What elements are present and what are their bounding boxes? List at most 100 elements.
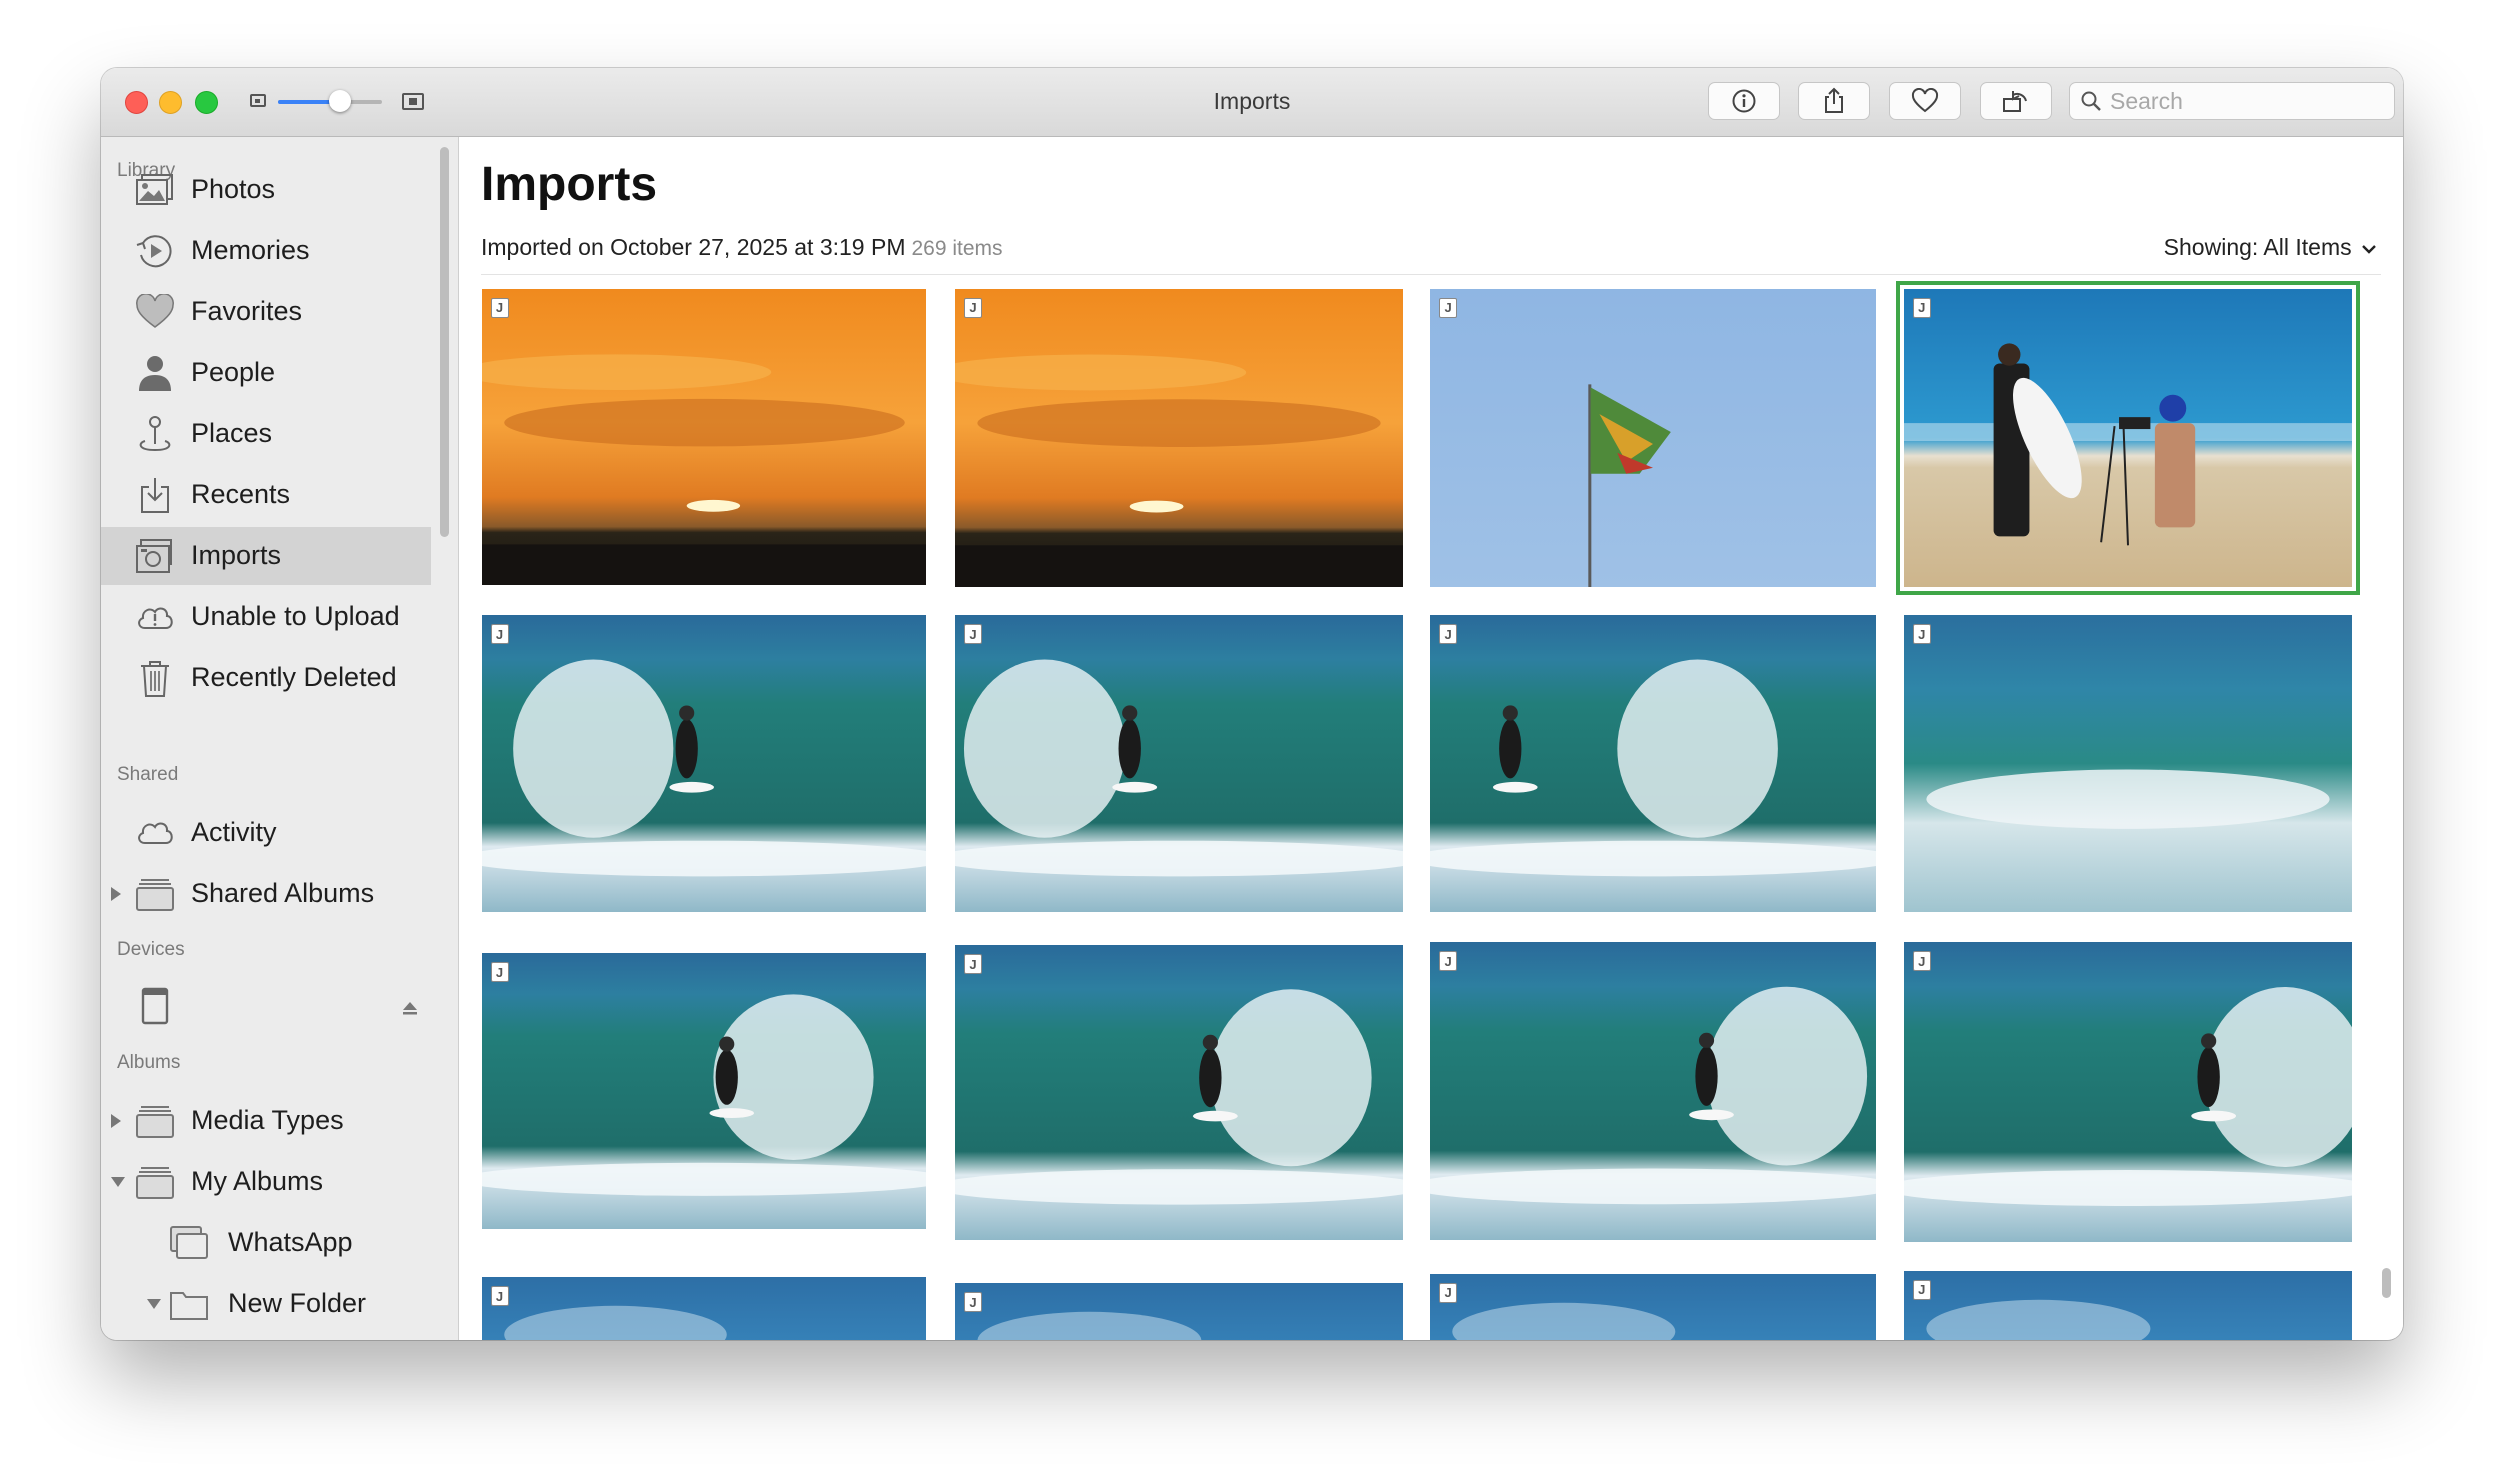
- photo-thumbnail[interactable]: J: [481, 288, 927, 586]
- sidebar-item-new-folder[interactable]: New Folder: [101, 1275, 431, 1333]
- jpeg-badge-icon: J: [964, 297, 983, 318]
- photo-thumbnail[interactable]: J: [955, 288, 1404, 587]
- photo-thumbnail[interactable]: J: [1903, 942, 2352, 1243]
- share-icon: [1825, 87, 1843, 113]
- recents-icon: [135, 475, 175, 515]
- sidebar-item-unable-to-upload[interactable]: Unable to Upload: [101, 588, 431, 646]
- photo-thumbnail[interactable]: J: [955, 615, 1404, 912]
- photo-thumbnail[interactable]: J: [1430, 615, 1877, 912]
- photo-image: [481, 953, 927, 1230]
- jpeg-badge-icon: J: [1912, 951, 1931, 972]
- import-info: Imported on October 27, 2025 at 3:19 PM 2…: [481, 234, 1003, 261]
- cloud-alert-icon: [135, 597, 175, 637]
- photos-window: Imports Search Library Photos Memories F…: [101, 68, 2403, 1340]
- page-title: Imports: [481, 158, 658, 211]
- section-devices: Devices: [117, 939, 185, 960]
- photo-image: [481, 615, 927, 912]
- cloud-icon: [135, 813, 175, 853]
- sidebar-item-activity[interactable]: Activity: [101, 804, 431, 862]
- folder-icon: [135, 1162, 175, 1202]
- sidebar-item-whatsapp[interactable]: WhatsApp: [101, 1214, 431, 1272]
- showing-filter[interactable]: Showing: All Items: [2164, 234, 2377, 261]
- main-content: Imports Imported on October 27, 2025 at …: [459, 137, 2403, 1340]
- person-icon: [135, 353, 175, 393]
- disclosure-triangle-icon[interactable]: [111, 887, 121, 901]
- sidebar-item-label: My Albums: [191, 1166, 324, 1196]
- photo-image: [481, 288, 927, 586]
- device-icon: [135, 986, 175, 1026]
- photos-icon: [135, 170, 175, 210]
- item-count: 269 items: [911, 237, 1003, 260]
- trash-icon: [135, 658, 175, 698]
- pin-icon: [135, 414, 175, 454]
- sidebar-item-label: Recently Deleted: [191, 662, 397, 692]
- photo-image: [955, 945, 1404, 1241]
- eject-icon[interactable]: [401, 1000, 419, 1016]
- main-scrollbar[interactable]: [2382, 1267, 2391, 1298]
- sidebar-item-media-types[interactable]: Media Types: [101, 1092, 431, 1150]
- disclosure-triangle-icon[interactable]: [147, 1299, 161, 1309]
- disclosure-triangle-icon[interactable]: [111, 1177, 125, 1187]
- photo-thumbnail[interactable]: J: [1903, 1270, 2352, 1340]
- sidebar-item-label: New Folder: [228, 1288, 367, 1318]
- header-divider: [481, 274, 2381, 275]
- info-button[interactable]: [1708, 82, 1780, 120]
- photo-image: [481, 1277, 927, 1340]
- search-icon: [2081, 91, 2101, 111]
- favorite-button[interactable]: [1889, 82, 1961, 120]
- title-bar: Imports Search: [101, 68, 2403, 137]
- jpeg-badge-icon: J: [964, 954, 983, 975]
- photo-thumbnail[interactable]: J: [481, 953, 927, 1230]
- jpeg-badge-icon: J: [1912, 624, 1931, 645]
- sidebar-scrollbar[interactable]: [440, 147, 449, 537]
- photo-thumbnail[interactable]: J: [1903, 615, 2352, 912]
- jpeg-badge-icon: J: [490, 297, 509, 318]
- photo-thumbnail[interactable]: J: [481, 1277, 927, 1340]
- sidebar-item-recents[interactable]: Recents: [101, 466, 431, 524]
- sidebar-item-label: Imports: [191, 540, 282, 570]
- photo-image: [955, 615, 1404, 912]
- rotate-button[interactable]: [1980, 82, 2052, 120]
- jpeg-badge-icon: J: [1439, 624, 1458, 645]
- photo-thumbnail[interactable]: J: [1430, 1273, 1877, 1340]
- jpeg-badge-icon: J: [490, 962, 509, 983]
- import-date: October 27, 2025 at 3:19 PM: [610, 234, 906, 260]
- sidebar-item-recently-deleted[interactable]: Recently Deleted: [101, 649, 431, 707]
- sidebar-item-favorites[interactable]: Favorites: [101, 283, 431, 341]
- sidebar-item-imports[interactable]: Imports: [101, 527, 431, 585]
- search-field[interactable]: Search: [2069, 82, 2395, 120]
- import-prefix: Imported on: [481, 234, 611, 260]
- photo-thumbnail[interactable]: J: [1895, 280, 2360, 595]
- memories-icon: [135, 231, 175, 271]
- jpeg-badge-icon: J: [1439, 1282, 1458, 1303]
- sidebar-item-label: People: [191, 357, 276, 387]
- photo-image: [1903, 615, 2352, 912]
- jpeg-badge-icon: J: [490, 1286, 509, 1307]
- heart-icon: [135, 292, 175, 332]
- photo-thumbnail[interactable]: J: [1430, 942, 1877, 1241]
- jpeg-badge-icon: J: [1912, 297, 1931, 318]
- sidebar-item-label: Favorites: [191, 296, 303, 326]
- jpeg-badge-icon: J: [1439, 297, 1458, 318]
- share-button[interactable]: [1798, 82, 1870, 120]
- sidebar-item-label: Memories: [191, 235, 310, 265]
- sidebar-item-places[interactable]: Places: [101, 405, 431, 463]
- sidebar-item-photos[interactable]: Photos: [101, 161, 431, 219]
- photo-thumbnail[interactable]: J: [481, 615, 927, 912]
- sidebar-item-device[interactable]: [101, 977, 431, 1035]
- jpeg-badge-icon: J: [964, 1292, 983, 1313]
- photo-thumbnail[interactable]: J: [955, 1283, 1404, 1340]
- sidebar-item-memories[interactable]: Memories: [101, 222, 431, 280]
- sidebar-item-label: Photos: [191, 174, 276, 204]
- info-icon: [1732, 89, 1756, 113]
- photo-image: [1430, 942, 1877, 1241]
- photo-thumbnail[interactable]: J: [955, 945, 1404, 1241]
- sidebar-item-people[interactable]: People: [101, 344, 431, 402]
- sidebar-item-shared-albums[interactable]: Shared Albums: [101, 865, 431, 923]
- sidebar-item-label: Recents: [191, 479, 291, 509]
- sidebar-item-my-albums[interactable]: My Albums: [101, 1153, 431, 1211]
- disclosure-triangle-icon[interactable]: [111, 1114, 121, 1128]
- photo-thumbnail[interactable]: J: [1430, 288, 1877, 587]
- jpeg-badge-icon: J: [1439, 951, 1458, 972]
- photo-image: [955, 288, 1404, 587]
